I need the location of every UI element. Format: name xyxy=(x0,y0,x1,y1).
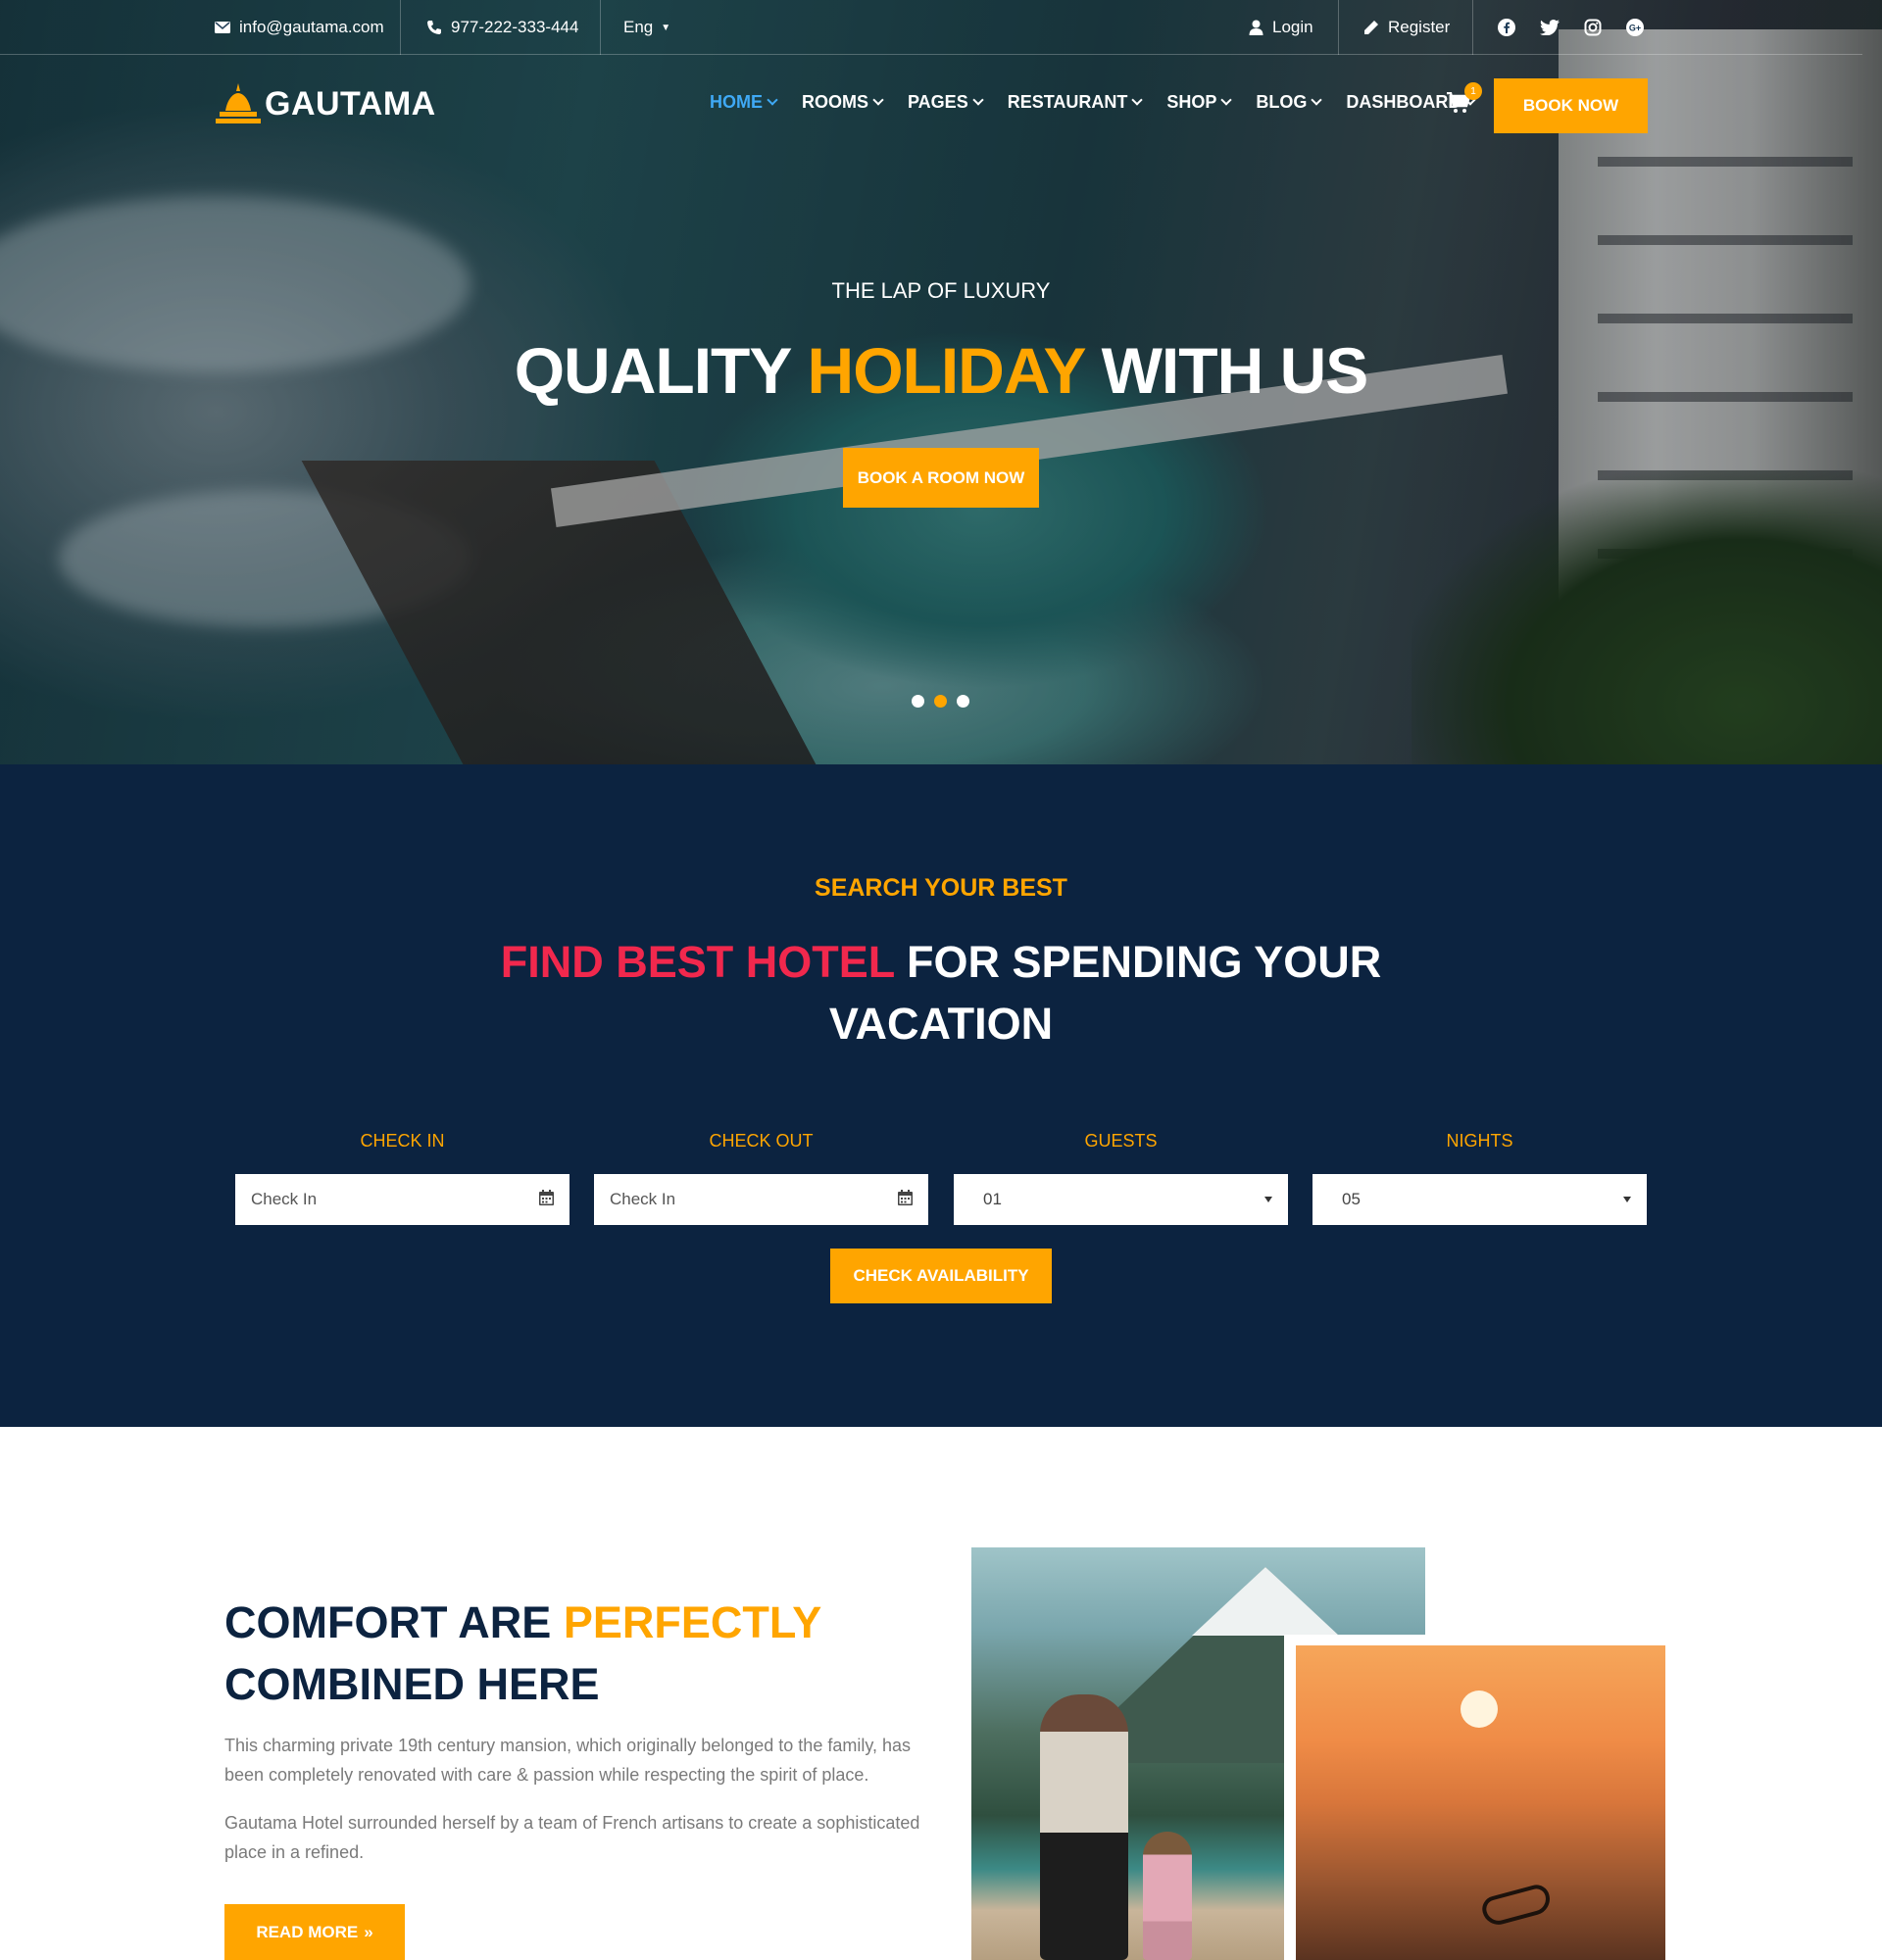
main-nav: HOME ROOMS PAGES RESTAURANT SHOP BLOG DA… xyxy=(710,92,1500,113)
check-in-input[interactable]: Check In xyxy=(235,1174,570,1225)
nav-item-restaurant[interactable]: RESTAURANT xyxy=(1008,92,1144,113)
slider-dots xyxy=(912,695,969,708)
double-chevron-right-icon: » xyxy=(364,1922,373,1941)
calendar-icon xyxy=(539,1189,554,1210)
nav-item-shop[interactable]: SHOP xyxy=(1166,92,1233,113)
hero-title: QUALITY HOLIDAY WITH US xyxy=(514,334,1369,407)
register-text: Register xyxy=(1388,18,1451,36)
nights-select[interactable]: 05 xyxy=(1312,1174,1647,1225)
brand-name: GAUTAMA xyxy=(265,84,436,122)
login-text: Login xyxy=(1272,18,1313,36)
chevron-down-icon xyxy=(1220,94,1233,106)
stupa-logo-icon xyxy=(216,83,261,123)
hero-banner: info@gautama.com 977-222-333-444 Eng ▼ L… xyxy=(0,0,1882,764)
nav-item-home[interactable]: HOME xyxy=(710,92,778,113)
about-paragraph-1: This charming private 19th century mansi… xyxy=(224,1736,912,1785)
sunglasses xyxy=(1479,1882,1554,1929)
cart-count-badge: 1 xyxy=(1464,82,1482,100)
phone-contact[interactable]: 977-222-333-444 xyxy=(425,0,578,55)
check-in-label: CHECK IN xyxy=(360,1131,445,1151)
check-out-label: CHECK OUT xyxy=(709,1131,814,1151)
sunset-desert-image xyxy=(1296,1645,1665,1960)
svg-text:G+: G+ xyxy=(1629,24,1641,33)
guests-field: GUESTS 01 xyxy=(954,1131,1288,1225)
phone-text: 977-222-333-444 xyxy=(451,18,579,36)
book-room-now-button[interactable]: BOOK A ROOM NOW xyxy=(843,448,1039,508)
nav-item-blog[interactable]: BLOG xyxy=(1256,92,1323,113)
top-bar: info@gautama.com 977-222-333-444 Eng ▼ L… xyxy=(0,0,1862,55)
caret-down-icon xyxy=(1623,1197,1631,1202)
google-plus-icon[interactable]: G+ xyxy=(1624,17,1646,38)
envelope-icon xyxy=(214,19,231,36)
caret-down-icon: ▼ xyxy=(661,22,671,33)
guests-label: GUESTS xyxy=(1084,1131,1158,1151)
search-title: FIND BEST HOTEL FOR SPENDING YOUR VACATI… xyxy=(500,937,1382,1049)
slider-dot[interactable] xyxy=(912,695,924,708)
about-paragraph-2: Gautama Hotel surrounded herself by a te… xyxy=(224,1813,920,1862)
check-out-input[interactable]: Check In xyxy=(594,1174,928,1225)
guests-select[interactable]: 01 xyxy=(954,1174,1288,1225)
login-link[interactable]: Login xyxy=(1247,0,1313,55)
check-availability-button[interactable]: CHECK AVAILABILITY xyxy=(830,1249,1052,1303)
about-title: COMFORT ARE PERFECTLY COMBINED HERE xyxy=(224,1597,822,1709)
email-contact[interactable]: info@gautama.com xyxy=(214,0,384,55)
slider-dot[interactable] xyxy=(957,695,969,708)
check-in-field: CHECK IN Check In xyxy=(235,1131,570,1225)
chevron-down-icon xyxy=(1131,94,1144,106)
read-more-button[interactable]: READ MORE » xyxy=(224,1904,405,1960)
nights-label: NIGHTS xyxy=(1446,1131,1513,1151)
facebook-icon[interactable] xyxy=(1496,17,1517,38)
hero-subtitle: THE LAP OF LUXURY xyxy=(831,278,1051,303)
email-text: info@gautama.com xyxy=(239,18,384,36)
search-section: SEARCH YOUR BEST FIND BEST HOTEL FOR SPE… xyxy=(0,764,1882,1427)
nights-field: NIGHTS 05 xyxy=(1312,1131,1647,1225)
chevron-down-icon xyxy=(767,94,778,106)
chevron-down-icon xyxy=(972,94,984,106)
language-text: Eng xyxy=(623,18,654,36)
caret-down-icon xyxy=(1264,1197,1272,1202)
language-select[interactable]: Eng ▼ xyxy=(623,0,670,55)
register-link[interactable]: Register xyxy=(1362,0,1450,55)
check-out-field: CHECK OUT Check In xyxy=(594,1131,928,1225)
pencil-icon xyxy=(1362,19,1380,36)
brand-logo[interactable]: GAUTAMA xyxy=(216,82,436,125)
book-now-button[interactable]: BOOK NOW xyxy=(1494,78,1648,133)
nav-item-rooms[interactable]: ROOMS xyxy=(802,92,884,113)
phone-icon xyxy=(425,19,443,36)
search-eyebrow: SEARCH YOUR BEST xyxy=(815,874,1067,902)
nav-item-pages[interactable]: PAGES xyxy=(908,92,984,113)
instagram-icon[interactable] xyxy=(1582,17,1604,38)
calendar-icon xyxy=(898,1189,913,1210)
twitter-icon[interactable] xyxy=(1539,17,1560,38)
chevron-down-icon xyxy=(872,94,884,106)
user-icon xyxy=(1247,19,1264,36)
slider-dot-active[interactable] xyxy=(934,695,947,708)
chevron-down-icon xyxy=(1311,94,1323,106)
